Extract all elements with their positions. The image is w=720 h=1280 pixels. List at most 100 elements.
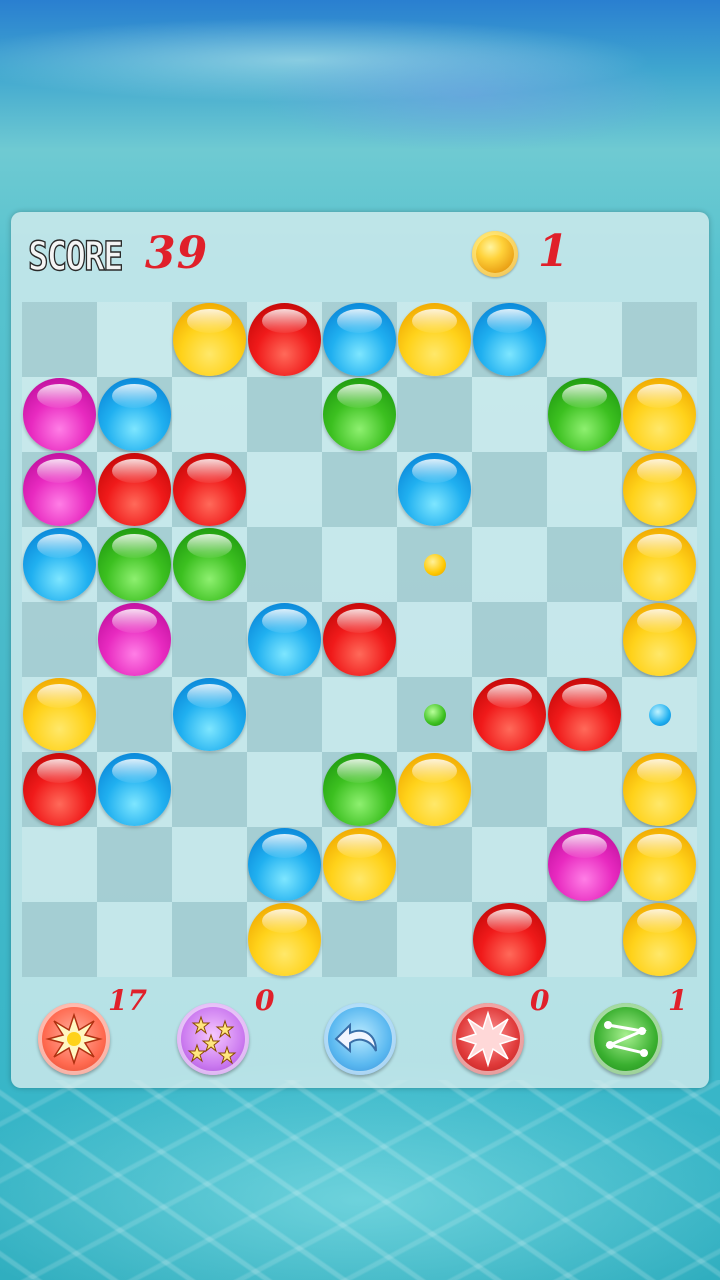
pink-ball[interactable] [98, 603, 171, 676]
next-yellow-ball-preview [424, 554, 446, 576]
board-cell[interactable] [397, 377, 472, 452]
blue-ball[interactable] [23, 528, 96, 601]
board-cell[interactable] [547, 902, 622, 977]
board-cell[interactable] [547, 752, 622, 827]
board-cell[interactable] [322, 902, 397, 977]
bomb-count: 17 [108, 984, 147, 1017]
board-cell[interactable] [472, 377, 547, 452]
score-value: 39 [145, 228, 209, 279]
pink-ball[interactable] [23, 453, 96, 526]
board-cell[interactable] [172, 827, 247, 902]
undo-button[interactable] [324, 1003, 396, 1075]
board-cell[interactable] [397, 902, 472, 977]
blast-tool-button[interactable] [452, 1003, 524, 1075]
water-background [0, 1080, 720, 1280]
board-cell[interactable] [247, 452, 322, 527]
blast-icon [457, 1010, 519, 1068]
green-ball[interactable] [323, 378, 396, 451]
blue-ball[interactable] [98, 378, 171, 451]
board-cell[interactable] [547, 302, 622, 377]
board-cell[interactable] [97, 677, 172, 752]
pink-ball[interactable] [23, 378, 96, 451]
board-cell[interactable] [472, 827, 547, 902]
blue-ball[interactable] [248, 603, 321, 676]
board-cell[interactable] [322, 677, 397, 752]
board-cell[interactable] [322, 452, 397, 527]
yellow-ball[interactable] [323, 828, 396, 901]
next-blue-ball-preview [649, 704, 671, 726]
board-cell[interactable] [397, 602, 472, 677]
board-cell[interactable] [172, 377, 247, 452]
yellow-ball[interactable] [623, 528, 696, 601]
yellow-ball[interactable] [623, 753, 696, 826]
yellow-ball[interactable] [623, 903, 696, 976]
score-label: SCORE [27, 233, 124, 281]
yellow-ball[interactable] [398, 303, 471, 376]
yellow-ball[interactable] [23, 678, 96, 751]
blue-ball[interactable] [98, 753, 171, 826]
red-ball[interactable] [248, 303, 321, 376]
pink-ball[interactable] [548, 828, 621, 901]
board-cell[interactable] [622, 302, 697, 377]
board-cell[interactable] [172, 752, 247, 827]
scatter-tool-button[interactable] [177, 1003, 249, 1075]
green-ball[interactable] [173, 528, 246, 601]
green-ball[interactable] [98, 528, 171, 601]
board-cell[interactable] [397, 827, 472, 902]
board-cell[interactable] [247, 527, 322, 602]
yellow-ball[interactable] [623, 453, 696, 526]
bomb-tool-button[interactable] [38, 1003, 110, 1075]
green-ball[interactable] [548, 378, 621, 451]
yellow-ball[interactable] [623, 828, 696, 901]
blue-ball[interactable] [248, 828, 321, 901]
red-ball[interactable] [98, 453, 171, 526]
board-cell[interactable] [472, 752, 547, 827]
board-cell[interactable] [22, 902, 97, 977]
blue-ball[interactable] [323, 303, 396, 376]
board-cell[interactable] [97, 827, 172, 902]
chain-count: 1 [668, 984, 688, 1017]
coin-icon [472, 231, 518, 277]
red-ball[interactable] [323, 603, 396, 676]
next-green-ball-preview [424, 704, 446, 726]
board-cell[interactable] [547, 527, 622, 602]
board-cell[interactable] [247, 752, 322, 827]
yellow-ball[interactable] [248, 903, 321, 976]
scatter-icon [187, 1015, 237, 1065]
red-ball[interactable] [473, 903, 546, 976]
blue-ball[interactable] [473, 303, 546, 376]
chain-icon [604, 1021, 648, 1057]
board-cell[interactable] [172, 902, 247, 977]
yellow-ball[interactable] [623, 603, 696, 676]
yellow-ball[interactable] [398, 753, 471, 826]
red-ball[interactable] [473, 678, 546, 751]
chain-tool-button[interactable] [590, 1003, 662, 1075]
red-ball[interactable] [173, 453, 246, 526]
board-cell[interactable] [247, 677, 322, 752]
red-ball[interactable] [548, 678, 621, 751]
yellow-ball[interactable] [173, 303, 246, 376]
board-cell[interactable] [22, 602, 97, 677]
board-cell[interactable] [547, 452, 622, 527]
blast-count: 0 [530, 984, 550, 1017]
board-cell[interactable] [472, 452, 547, 527]
bomb-icon [45, 1012, 103, 1066]
board-cell[interactable] [547, 602, 622, 677]
game-board[interactable] [22, 302, 697, 977]
board-cell[interactable] [247, 377, 322, 452]
red-ball[interactable] [23, 753, 96, 826]
green-ball[interactable] [323, 753, 396, 826]
board-cell[interactable] [472, 602, 547, 677]
board-cell[interactable] [22, 302, 97, 377]
board-cell[interactable] [322, 527, 397, 602]
blue-ball[interactable] [173, 678, 246, 751]
board-cell[interactable] [172, 602, 247, 677]
board-cell[interactable] [97, 302, 172, 377]
board-cell[interactable] [22, 827, 97, 902]
blue-ball[interactable] [398, 453, 471, 526]
yellow-ball[interactable] [623, 378, 696, 451]
board-cell[interactable] [472, 527, 547, 602]
board-cell[interactable] [97, 902, 172, 977]
coin-count: 1 [538, 226, 569, 277]
scatter-count: 0 [255, 984, 275, 1017]
